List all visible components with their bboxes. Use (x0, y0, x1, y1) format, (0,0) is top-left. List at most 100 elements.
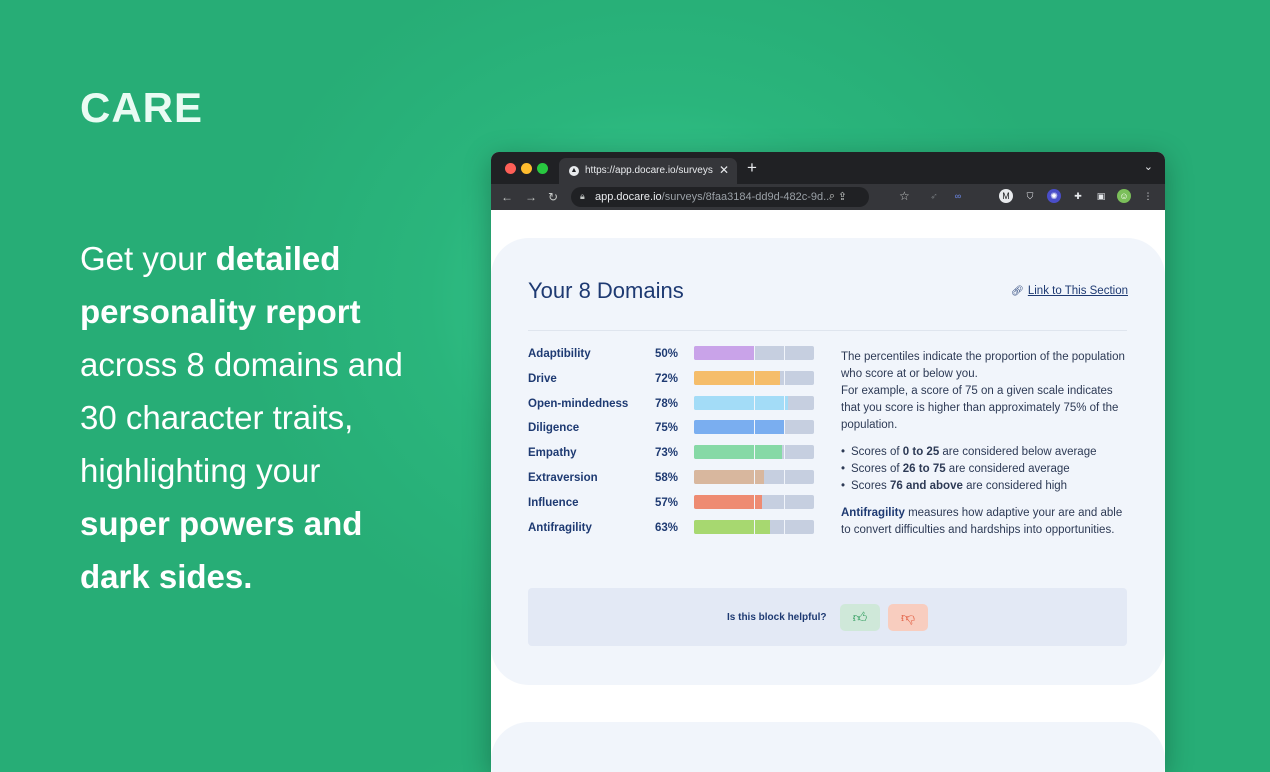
domain-row: Influence 57% (528, 494, 818, 515)
domain-percent: 73% (655, 447, 679, 460)
bar-tick (784, 346, 785, 360)
domain-bar (694, 445, 814, 460)
score-ranges: Scores of 0 to 25 are considered below a… (841, 444, 1131, 495)
browser-titlebar: ▲ https://app.docare.io/surveys/8 ✕ + ⌄ (491, 152, 1165, 184)
domain-bar (694, 395, 814, 410)
minimize-window-button[interactable] (521, 163, 532, 174)
maximize-window-button[interactable] (537, 163, 548, 174)
section-title: Your 8 Domains (528, 278, 684, 303)
domain-bar-fill (694, 395, 788, 410)
extension-badge-icon[interactable]: ✺ (1047, 189, 1061, 203)
domain-percent: 75% (655, 422, 679, 435)
avatar[interactable]: ☺ (1117, 189, 1131, 203)
browser-window: ▲ https://app.docare.io/surveys/8 ✕ + ⌄ … (491, 152, 1165, 772)
bar-tick (754, 370, 755, 385)
domain-label: Open-mindedness (528, 397, 629, 410)
bar-tick (754, 519, 755, 534)
url-path: /surveys/8faa3184-dd9d-482c-9d... (661, 191, 833, 203)
domain-row: Antifragility 63% (528, 519, 818, 540)
more-menu-icon[interactable]: ⋮ (1141, 189, 1155, 203)
domain-percent: 57% (655, 496, 679, 509)
address-bar[interactable]: 🔒︎ app.docare.io/surveys/8faa3184-dd9d-4… (571, 187, 869, 207)
page-content: Your 8 Domains 🔗︎ Link to This Section Ad… (491, 210, 1165, 772)
bar-tick (754, 346, 755, 360)
bookmark-star-icon[interactable]: ☆ (899, 189, 910, 203)
domain-bar (694, 519, 814, 534)
domain-percent: 63% (655, 521, 679, 534)
domain-bar-fill (694, 494, 763, 509)
bar-tick (754, 420, 755, 435)
share-icon[interactable]: ⇪ (838, 190, 847, 203)
tab-title: https://app.docare.io/surveys/8 (585, 165, 713, 176)
explain-para-1: The percentiles indicate the proportion … (841, 351, 1125, 380)
puzzle-icon[interactable]: ✚ (1071, 189, 1085, 203)
domain-bar-fill (694, 445, 782, 460)
extension-icon[interactable]: M (999, 189, 1013, 203)
domain-label: Antifragility (528, 521, 592, 534)
shield-icon[interactable]: ⛉ (1023, 189, 1037, 203)
back-icon[interactable]: ← (501, 190, 513, 204)
domain-row: Diligence 75% (528, 420, 818, 440)
thumbs-down-button[interactable]: 👎︎ (888, 604, 928, 631)
domain-bar (694, 420, 814, 435)
domain-label: Empathy (528, 447, 577, 460)
domain-row: Empathy 73% (528, 445, 818, 465)
antifragility-term: Antifragility (841, 507, 905, 519)
bar-tick (754, 445, 755, 460)
domain-row: Drive 72% (528, 370, 818, 391)
forward-icon[interactable]: → (525, 190, 537, 204)
antifragility-note: Antifragility measures how adaptive your… (841, 505, 1131, 539)
brand-logo: CARE (80, 84, 204, 131)
url-host: app.docare.io (595, 191, 662, 203)
domain-bar (694, 370, 814, 385)
list-item: Scores 76 and above are considered high (841, 478, 1131, 495)
domain-bar (694, 470, 814, 484)
tab-favicon-icon: ▲ (569, 166, 579, 176)
bar-tick (784, 370, 785, 385)
section-link-label[interactable]: Link to This Section (1028, 285, 1128, 297)
browser-tab[interactable]: ▲ https://app.docare.io/surveys/8 ✕ (559, 158, 737, 184)
bar-tick (754, 494, 755, 509)
browser-toolbar: ← → ↻ 🔒︎ app.docare.io/surveys/8faa3184-… (491, 184, 1165, 210)
chevron-down-icon[interactable]: ⌄ (1144, 160, 1153, 173)
bar-tick (754, 470, 755, 484)
thumbs-up-button[interactable]: 👍︎ (840, 604, 880, 631)
domain-bar-fill (694, 370, 781, 385)
divider (528, 330, 1127, 331)
domain-row: Open-mindedness 78% (528, 395, 818, 416)
rocket-extension-icon[interactable]: ➶ (927, 189, 941, 203)
next-card (491, 722, 1165, 772)
headline-text-1: Get your (80, 240, 216, 277)
explain-para-2: For example, a score of 75 on a given sc… (841, 385, 1119, 431)
bar-tick (784, 420, 785, 435)
bar-tick (784, 395, 785, 410)
domain-label: Drive (528, 372, 557, 385)
domain-percent: 58% (655, 472, 679, 484)
reload-icon[interactable]: ↻ (548, 190, 558, 204)
bar-tick (754, 395, 755, 410)
domain-percent: 72% (655, 372, 679, 385)
bar-tick (784, 494, 785, 509)
domain-label: Extraversion (528, 472, 598, 484)
domain-label: Diligence (528, 422, 580, 435)
link-extension-icon[interactable]: ∞ (951, 189, 965, 203)
close-window-button[interactable] (505, 163, 516, 174)
domain-bar-fill (694, 420, 784, 435)
domain-bar (694, 494, 814, 509)
feedback-question: Is this block helpful? (727, 612, 827, 623)
headline-text-2: across 8 domains and 30 character traits… (80, 346, 403, 489)
feedback-block: Is this block helpful? 👍︎ 👎︎ (528, 588, 1127, 646)
sidebar-icon[interactable]: ▣ (1094, 189, 1108, 203)
close-tab-icon[interactable]: ✕ (719, 163, 729, 177)
domain-bar-fill (694, 346, 754, 360)
section-link[interactable]: 🔗︎ Link to This Section (1011, 285, 1128, 297)
list-item: Scores of 26 to 75 are considered averag… (841, 461, 1131, 478)
list-item: Scores of 0 to 25 are considered below a… (841, 444, 1131, 461)
zoom-icon[interactable]: ⌕ (829, 190, 835, 203)
domain-row: Adaptibility 50% (528, 346, 818, 366)
percentile-explanation: The percentiles indicate the proportion … (841, 349, 1131, 539)
domain-label: Adaptibility (528, 348, 591, 360)
headline: Get your detailed personality report acr… (80, 232, 410, 603)
new-tab-icon[interactable]: + (747, 158, 757, 178)
bar-tick (784, 519, 785, 534)
